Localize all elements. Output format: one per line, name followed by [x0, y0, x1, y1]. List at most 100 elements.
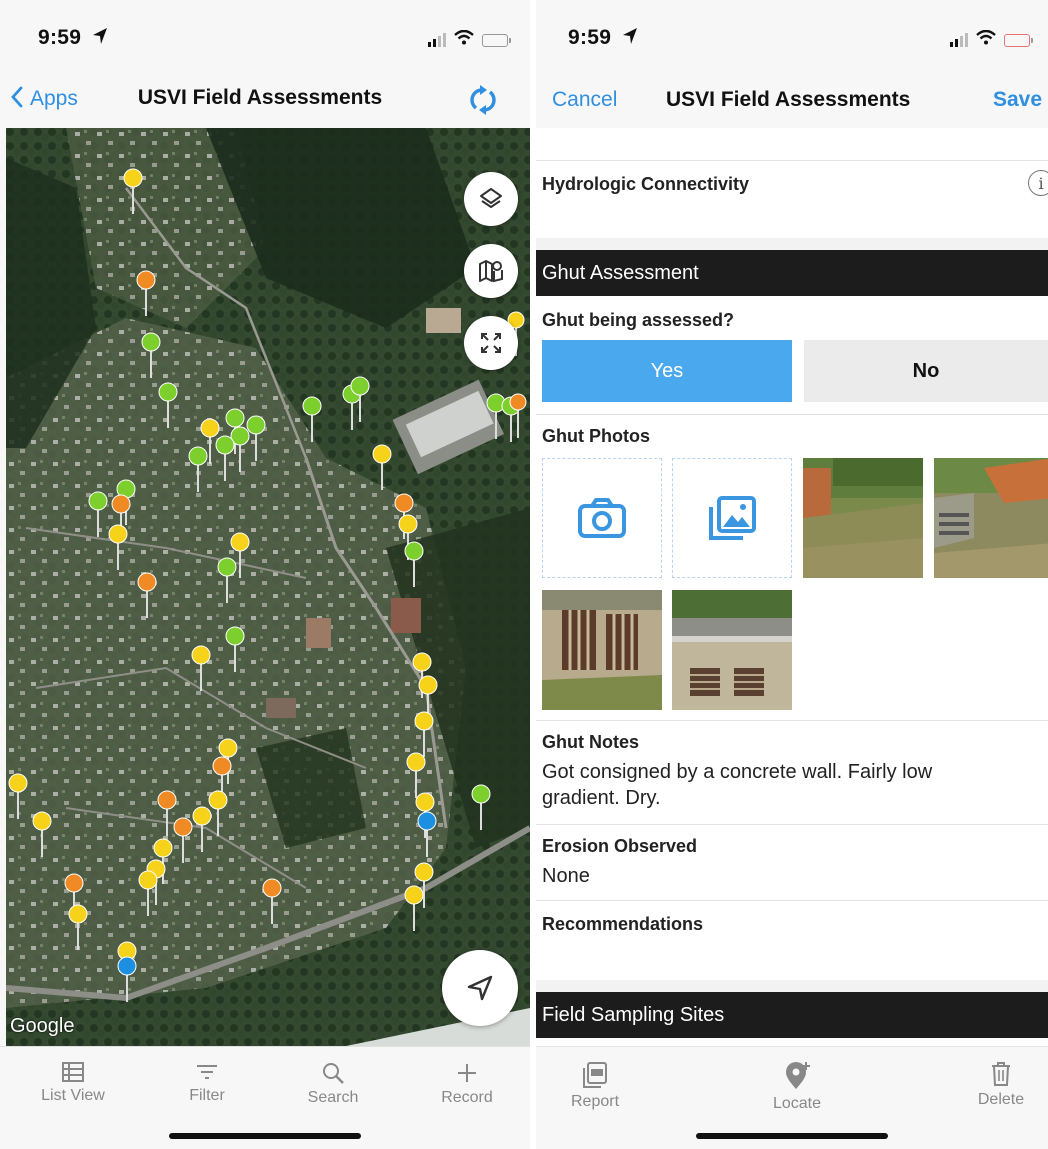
map-pin[interactable]	[217, 557, 237, 603]
layers-button[interactable]	[464, 172, 518, 226]
map-pin[interactable]	[404, 885, 424, 931]
record-form: Hydrologic Connectivity i Ghut Assessmen…	[536, 128, 1048, 1040]
status-bar: 9:59	[0, 0, 530, 74]
map-pin[interactable]	[230, 426, 250, 472]
field-value: None	[542, 865, 590, 887]
map-pin[interactable]	[188, 446, 208, 492]
nav-bar: Apps USVI Field Assessments	[0, 74, 530, 128]
yes-option[interactable]: Yes	[542, 340, 792, 402]
map-pin[interactable]	[509, 393, 527, 438]
map-pin[interactable]	[471, 784, 491, 830]
map-pin[interactable]	[192, 806, 212, 852]
map-pin[interactable]	[191, 645, 211, 691]
ghut-notes-field[interactable]: Ghut Notes Got consigned by a concrete w…	[542, 732, 1048, 811]
signal-icon	[950, 33, 968, 47]
tool-label: Locate	[772, 1095, 822, 1112]
ghut-photo-1	[803, 458, 923, 578]
map-pin[interactable]	[215, 435, 235, 481]
sync-icon	[470, 85, 496, 115]
map-pin[interactable]	[417, 811, 437, 857]
status-bar: 9:59	[536, 0, 1048, 74]
filter-icon	[197, 1065, 217, 1079]
locate-arrow-icon	[467, 975, 493, 1001]
map-pins-layer	[8, 168, 527, 1002]
search-icon	[323, 1063, 344, 1084]
location-arrow-icon	[622, 27, 638, 50]
map-pin[interactable]	[138, 870, 158, 916]
tool-label: Delete	[977, 1091, 1025, 1108]
take-photo-button[interactable]	[542, 458, 662, 578]
tab-label: Record	[441, 1089, 493, 1106]
field-label: Ghut being assessed?	[542, 310, 735, 330]
map-pin[interactable]	[262, 878, 282, 924]
choose-photo-button[interactable]	[672, 458, 792, 578]
delete-button[interactable]: Delete	[946, 1061, 1048, 1109]
hydrologic-connectivity-field[interactable]: Hydrologic Connectivity i	[542, 170, 1048, 196]
recommendations-field[interactable]: Recommendations	[542, 914, 1048, 935]
map-pin[interactable]	[208, 790, 228, 836]
locate-button[interactable]: Locate	[742, 1061, 852, 1113]
status-time: 9:59	[38, 26, 82, 49]
map-view[interactable]: Google	[6, 128, 530, 1046]
map-pin[interactable]	[117, 956, 137, 1002]
map-pin[interactable]	[141, 332, 161, 378]
spacer	[536, 238, 1048, 250]
location-arrow-icon	[92, 27, 108, 50]
map-pin[interactable]	[414, 711, 434, 757]
photo-thumbnail[interactable]	[934, 458, 1048, 578]
cancel-button[interactable]: Cancel	[552, 88, 617, 112]
map-pin[interactable]	[68, 904, 88, 950]
photo-thumbnail[interactable]	[542, 590, 662, 710]
map-pin[interactable]	[302, 396, 322, 442]
map-pin[interactable]	[173, 817, 193, 863]
save-button[interactable]: Save	[993, 88, 1042, 112]
map-pin[interactable]	[137, 572, 157, 618]
map-pin[interactable]	[225, 626, 245, 672]
photo-thumbnail[interactable]	[803, 458, 923, 578]
sync-button[interactable]	[468, 84, 498, 121]
tab-search[interactable]: Search	[278, 1061, 388, 1107]
basemap-button[interactable]	[464, 244, 518, 298]
map-pin[interactable]	[486, 393, 506, 439]
field-value: Got consigned by a concrete wall. Fairly…	[542, 761, 933, 809]
divider	[536, 824, 1048, 825]
map-pin[interactable]	[123, 168, 143, 214]
tab-filter[interactable]: Filter	[152, 1061, 262, 1105]
page-title: USVI Field Assessments	[666, 88, 911, 111]
info-icon[interactable]: i	[1028, 170, 1048, 196]
map-pin[interactable]	[157, 790, 177, 836]
map-pin[interactable]	[88, 491, 108, 537]
tab-record[interactable]: Record	[412, 1061, 522, 1107]
fullscreen-button[interactable]	[464, 316, 518, 370]
map-screen: 9:59 Apps USVI Field Assessments Google …	[0, 0, 530, 1149]
ghut-photo-3	[542, 590, 662, 710]
map-pin[interactable]	[108, 524, 128, 570]
map-pin[interactable]	[246, 415, 266, 461]
status-indicators	[950, 29, 1033, 50]
erosion-observed-field[interactable]: Erosion Observed None	[542, 836, 1048, 889]
report-button[interactable]: Report	[540, 1061, 650, 1111]
map-pin[interactable]	[32, 811, 52, 857]
divider	[536, 414, 1048, 415]
map-pin[interactable]	[404, 541, 424, 587]
trash-icon	[992, 1062, 1010, 1086]
section-header-field-sampling-sites: Field Sampling Sites	[536, 992, 1048, 1038]
locate-me-button[interactable]	[442, 950, 518, 1026]
signal-icon	[428, 33, 446, 47]
camera-icon	[578, 498, 626, 538]
tab-label: Search	[307, 1089, 359, 1106]
gallery-icon	[709, 496, 756, 540]
field-label: Ghut Photos	[542, 426, 650, 446]
pdf-icon	[583, 1062, 607, 1088]
map-pin[interactable]	[406, 752, 426, 798]
photo-thumbnail[interactable]	[672, 590, 792, 710]
map-pin[interactable]	[136, 270, 156, 316]
no-option[interactable]: No	[804, 340, 1048, 402]
tab-list-view[interactable]: List View	[18, 1061, 128, 1105]
map-pin[interactable]	[8, 773, 28, 819]
section-header-ghut-assessment: Ghut Assessment	[536, 250, 1048, 296]
divider	[536, 160, 1048, 161]
map-pin[interactable]	[372, 444, 392, 490]
status-indicators	[428, 29, 511, 50]
map-pin[interactable]	[158, 382, 178, 428]
